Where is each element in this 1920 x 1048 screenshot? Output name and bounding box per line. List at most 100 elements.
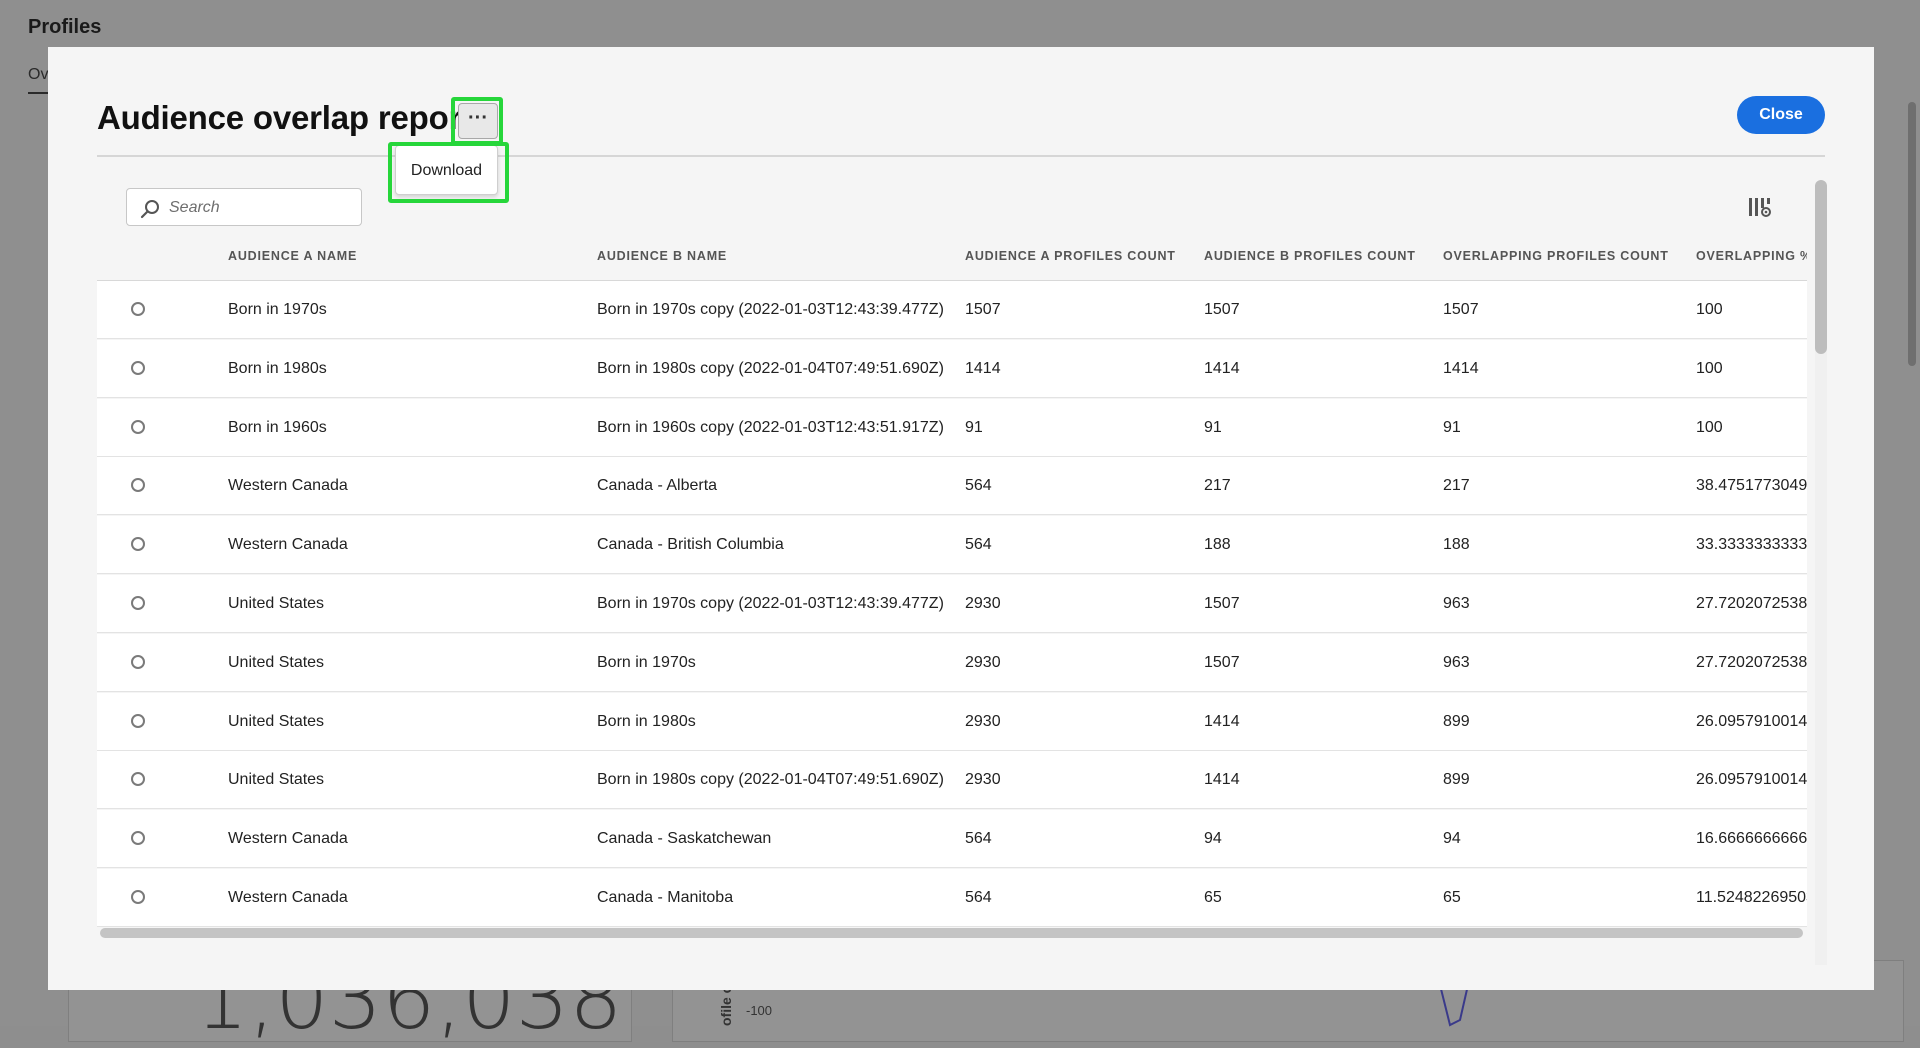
column-header-overlapping-percent-label: OVERLAPPING % [1696, 249, 1807, 263]
table-row[interactable]: Born in 1960s Born in 1960s copy (2022-01… [97, 398, 1807, 457]
column-header-audience-a-name[interactable]: AUDIENCE A NAME [228, 249, 357, 263]
table-cell-overlap-pct: 11.524822695035 [1696, 889, 1807, 906]
table-cell-a-count: 1507 [965, 301, 1001, 318]
chart-line [1440, 985, 1469, 1027]
tab-overview[interactable]: Ov [28, 66, 48, 84]
table-cell-overlap-count: 899 [1443, 712, 1470, 730]
table-cell-overlap-pct: 38.475177304965 [1696, 477, 1807, 495]
table-cell-b-count: 1414 [1204, 712, 1240, 730]
column-header-audience-a-count[interactable]: AUDIENCE A PROFILES COUNT [965, 249, 1176, 263]
table-cell-b-name: Canada - Manitoba [597, 889, 734, 906]
table-cell-a-name: Western Canada [228, 830, 348, 848]
table-cell-overlap-count: 963 [1443, 653, 1470, 671]
table-cell-a-count: 564 [965, 536, 992, 554]
overlap-table: AUDIENCE A NAME AUDIENCE B NAME AUDIENCE… [97, 227, 1807, 971]
table-cell-overlap-count: 94 [1443, 830, 1461, 848]
row-select-radio[interactable] [131, 890, 145, 904]
table-cell-b-name: Born in 1970s [597, 653, 696, 671]
table-cell-a-name: United States [228, 771, 325, 789]
row-select-radio[interactable] [131, 478, 145, 493]
column-header-overlapping-count[interactable]: OVERLAPPING PROFILES COUNT [1443, 249, 1669, 263]
table-cell-overlap-pct: 27.720207253886 [1696, 653, 1807, 671]
row-select-radio[interactable] [131, 713, 145, 728]
search-input[interactable] [169, 196, 349, 220]
table-row[interactable]: Born in 1970s Born in 1970s copy (2022-01… [97, 281, 1807, 339]
table-cell-overlap-pct: 100 [1696, 359, 1723, 377]
table-cell-overlap-pct: 27.720207253886 [1696, 595, 1807, 612]
row-select-radio[interactable] [131, 419, 145, 434]
search-icon [140, 200, 159, 219]
table-cell-overlap-count: 1414 [1443, 359, 1479, 377]
table-cell-a-name: Born in 1960s [228, 418, 327, 436]
row-select-radio[interactable] [131, 360, 145, 375]
row-select-radio[interactable] [131, 302, 145, 316]
table-horizontal-scrollbar[interactable] [100, 928, 1803, 938]
table-cell-b-name: Canada - Saskatchewan [597, 830, 772, 848]
table-cell-a-name: Western Canada [228, 477, 348, 495]
column-header-overlapping-percent[interactable]: OVERLAPPING % ↓ [1696, 249, 1807, 263]
highlight-more-actions [451, 97, 503, 145]
table-cell-b-name: Born in 1960s copy (2022-01-03T12:43:51.… [597, 418, 944, 436]
row-select-radio[interactable] [131, 772, 145, 787]
table-cell-a-name: Born in 1980s [228, 359, 327, 377]
tab-indicator [28, 92, 48, 94]
table-cell-b-count: 1414 [1204, 359, 1240, 377]
close-button[interactable]: Close [1737, 96, 1825, 134]
table-cell-b-name: Canada - Alberta [597, 477, 718, 495]
table-cell-overlap-count: 1507 [1443, 301, 1479, 318]
table-row[interactable]: United States Born in 1970s copy (2022-01… [97, 575, 1807, 633]
table-cell-overlap-pct: 16.666666666667 [1696, 830, 1807, 848]
table-cell-overlap-count: 65 [1443, 889, 1461, 906]
table-cell-b-name: Born in 1980s copy (2022-01-04T07:49:51.… [597, 359, 944, 377]
table-cell-a-count: 1414 [965, 359, 1001, 377]
overlap-report-modal: Audience overlap report ··· Close AUDIEN… [48, 47, 1874, 990]
table-cell-a-count: 2930 [965, 771, 1001, 789]
row-select-radio[interactable] [131, 654, 145, 669]
page-scrollbar[interactable] [1908, 102, 1916, 366]
table-row[interactable]: Western Canada Canada - British Columbia 5… [97, 516, 1807, 575]
column-header-audience-b-count[interactable]: AUDIENCE B PROFILES COUNT [1204, 249, 1416, 263]
modal-title: Audience overlap report [97, 99, 472, 136]
table-cell-b-count: 188 [1204, 536, 1231, 554]
table-row[interactable]: Born in 1980s Born in 1980s copy (2022-01… [97, 339, 1807, 398]
table-row[interactable]: United States Born in 1980s 2930 1414 899 26.… [97, 692, 1807, 751]
table-cell-b-count: 1507 [1204, 595, 1240, 612]
table-cell-a-name: United States [228, 595, 325, 612]
table-cell-b-name: Canada - British Columbia [597, 536, 784, 554]
table-row[interactable]: United States Born in 1970s 2930 1507 963 27.… [97, 633, 1807, 692]
row-select-radio[interactable] [131, 831, 145, 846]
row-select-radio[interactable] [131, 596, 145, 610]
table-cell-b-count: 1414 [1204, 771, 1240, 789]
table-row[interactable]: Western Canada Canada - Manitoba 564 65 65 11… [97, 869, 1807, 927]
table-cell-a-count: 2930 [965, 712, 1001, 730]
table-cell-b-count: 91 [1204, 418, 1222, 436]
row-select-radio[interactable] [131, 537, 145, 552]
table-cell-a-name: United States [228, 712, 325, 730]
table-cell-overlap-count: 963 [1443, 595, 1470, 612]
table-cell-overlap-count: 217 [1443, 477, 1470, 495]
table-cell-a-count: 2930 [965, 595, 1001, 612]
chart-axis-tick: -100 [746, 1003, 773, 1018]
chart-axis-label: ofile c [718, 985, 734, 1026]
search-field[interactable] [126, 188, 362, 226]
table-cell-b-name: Born in 1980s copy (2022-01-04T07:49:51.… [597, 771, 944, 789]
table-cell-a-name: Born in 1970s [228, 301, 327, 318]
table-cell-a-count: 91 [965, 418, 983, 436]
table-row[interactable]: Western Canada Canada - Saskatchewan 564 94… [97, 810, 1807, 869]
table-cell-overlap-pct: 33.333333333333 [1696, 536, 1807, 554]
column-header-audience-b-name[interactable]: AUDIENCE B NAME [597, 249, 727, 263]
table-cell-overlap-pct: 26.095791001451 [1696, 712, 1807, 730]
table-cell-b-name: Born in 1970s copy (2022-01-03T12:43:39.… [597, 301, 944, 318]
table-cell-overlap-count: 91 [1443, 418, 1461, 436]
column-settings-icon[interactable] [1748, 197, 1772, 219]
table-vertical-scrollbar[interactable] [1815, 180, 1827, 354]
table-cell-a-count: 564 [965, 477, 992, 495]
table-cell-a-name: Western Canada [228, 536, 348, 554]
table-cell-a-name: United States [228, 653, 325, 671]
table-row[interactable]: Western Canada Canada - Alberta 564 217 217 3… [97, 457, 1807, 516]
table-cell-overlap-pct: 100 [1696, 418, 1723, 436]
table-row[interactable]: United States Born in 1980s copy (2022-01… [97, 751, 1807, 810]
table-cell-b-count: 217 [1204, 477, 1231, 495]
table-cell-b-name: Born in 1970s copy (2022-01-03T12:43:39.… [597, 595, 944, 612]
highlight-download [388, 142, 509, 203]
